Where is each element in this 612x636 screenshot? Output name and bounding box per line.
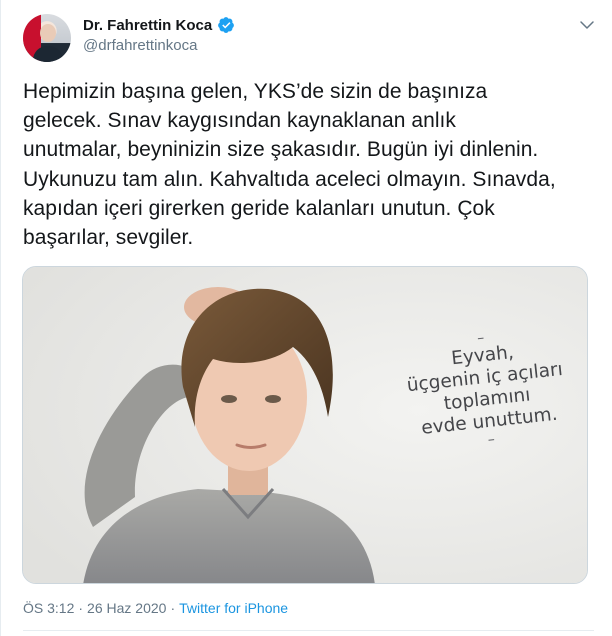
tweet-source-link[interactable]: Twitter for iPhone (179, 600, 288, 616)
media-quote: – Eyvah, üçgenin iç açıları toplamını ev… (378, 321, 587, 458)
tweet-metadata: ÖS 3:12 · 26 Haz 2020 · Twitter for iPho… (23, 600, 288, 616)
meta-separator: · (78, 600, 84, 616)
avatar-suit (33, 46, 63, 62)
tweet-date[interactable]: 26 Haz 2020 (87, 600, 166, 616)
avatar[interactable] (23, 14, 71, 62)
author-handle[interactable]: @drfahrettinkoca (83, 37, 197, 54)
author-display-name[interactable]: Dr. Fahrettin Koca (83, 17, 212, 34)
tweet-time[interactable]: ÖS 3:12 (23, 600, 74, 616)
avatar-face (40, 24, 56, 42)
author-name-row: Dr. Fahrettin Koca (83, 16, 235, 34)
divider (23, 630, 594, 631)
tweet-card: Dr. Fahrettin Koca @drfahrettinkoca Hepi… (0, 0, 612, 636)
tweet-media-image[interactable]: – Eyvah, üçgenin iç açıları toplamını ev… (22, 266, 588, 584)
chevron-down-icon[interactable] (578, 16, 596, 34)
meta-separator: · (170, 600, 176, 616)
tweet-text: Hepimizin başına gelen, YKS’de sizin de … (23, 80, 556, 250)
verified-badge-icon (218, 17, 235, 33)
